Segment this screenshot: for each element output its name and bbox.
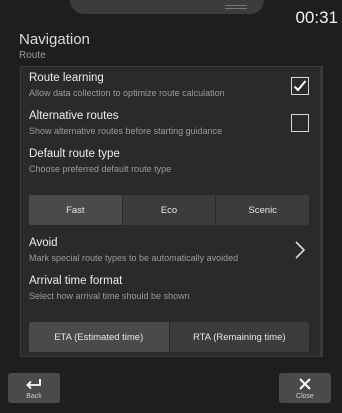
checkmark-icon: [293, 80, 307, 92]
setting-title: Route learning: [29, 72, 104, 84]
page-subtitle: Route: [19, 50, 46, 61]
eta-button[interactable]: ETA (Estimated time): [29, 322, 170, 352]
grip-line: [225, 5, 247, 6]
route-type-segmented-control: Fast Eco Scenic: [29, 195, 309, 225]
arrival-format-segmented-control: ETA (Estimated time) RTA (Remaining time…: [29, 322, 309, 352]
setting-description: Allow data collection to optimize route …: [29, 88, 225, 98]
back-arrow-icon: [26, 379, 41, 390]
setting-description: Mark special route types to be automatic…: [29, 253, 239, 263]
route-type-scenic-button[interactable]: Scenic: [216, 195, 309, 225]
grip-line: [225, 8, 247, 9]
setting-description: Show alternative routes before starting …: [29, 126, 223, 136]
setting-description: Choose preferred default route type: [29, 164, 172, 174]
setting-title: Avoid: [29, 237, 58, 249]
route-learning-checkbox[interactable]: [291, 77, 309, 95]
route-type-eco-button[interactable]: Eco: [123, 195, 217, 225]
setting-title: Arrival time format: [29, 275, 123, 287]
chevron-right-icon: [295, 241, 306, 259]
close-label: Close: [296, 393, 314, 400]
status-bar: 00:31: [0, 0, 342, 30]
close-x-icon: [299, 378, 311, 390]
setting-title: Alternative routes: [29, 110, 119, 122]
setting-description: Select how arrival time should be shown: [29, 291, 190, 301]
pull-down-handle[interactable]: [70, 0, 264, 14]
page-title: Navigation: [19, 31, 90, 48]
alternative-routes-checkbox[interactable]: [291, 114, 309, 132]
back-label: Back: [26, 393, 42, 400]
rta-button[interactable]: RTA (Remaining time): [170, 322, 310, 352]
scrollbar[interactable]: [320, 66, 323, 357]
route-type-fast-button[interactable]: Fast: [29, 195, 123, 225]
setting-title: Default route type: [29, 148, 120, 160]
clock: 00:31: [295, 8, 338, 27]
